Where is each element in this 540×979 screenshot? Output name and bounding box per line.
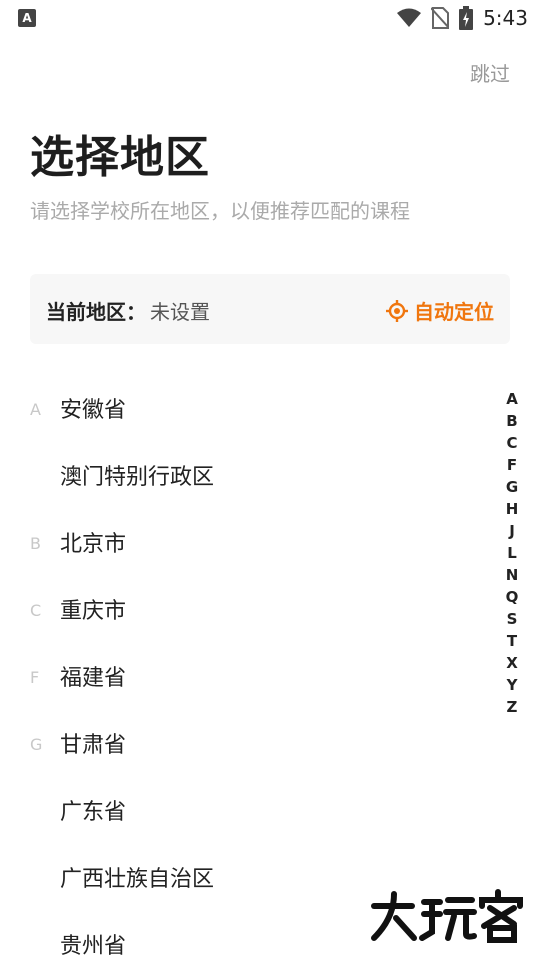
- watermark-logo: [368, 888, 528, 948]
- index-letter-y[interactable]: Y: [507, 674, 518, 696]
- list-item[interactable]: G 甘肃省: [0, 711, 500, 778]
- no-sim-icon: [431, 7, 450, 29]
- list-item[interactable]: C 重庆市: [0, 577, 500, 644]
- region-name: 甘肃省: [60, 733, 127, 758]
- region-name: 北京市: [60, 532, 127, 557]
- list-item[interactable]: B 北京市: [0, 510, 500, 577]
- current-region-label: 当前地区：: [46, 300, 146, 324]
- status-time: 5:43: [483, 6, 528, 30]
- index-letter-f[interactable]: F: [507, 454, 517, 476]
- status-bar: A 5:43: [0, 0, 540, 36]
- battery-charging-icon: [459, 6, 474, 30]
- index-letter-j[interactable]: J: [509, 520, 515, 542]
- wifi-icon: [397, 8, 422, 27]
- section-letter: B: [30, 534, 41, 553]
- locate-icon: [386, 299, 408, 322]
- region-name: 重庆市: [60, 599, 127, 624]
- section-letter: G: [30, 735, 43, 754]
- index-letter-n[interactable]: N: [506, 564, 519, 586]
- section-letter: C: [30, 601, 42, 620]
- alphabet-index-bar[interactable]: A B C F G H J L N Q S T X Y Z: [502, 388, 522, 718]
- list-item[interactable]: F 福建省: [0, 644, 500, 711]
- region-name: 澳门特别行政区: [60, 465, 215, 490]
- index-letter-q[interactable]: Q: [506, 586, 519, 608]
- index-letter-x[interactable]: X: [506, 652, 518, 674]
- section-letter: F: [30, 668, 40, 687]
- region-name: 安徽省: [60, 398, 127, 423]
- index-letter-t[interactable]: T: [507, 630, 517, 652]
- index-letter-c[interactable]: C: [506, 432, 517, 454]
- watermark-logo-graphic: [371, 889, 523, 943]
- region-name: 广西壮族自治区: [60, 867, 215, 892]
- page-subtitle: 请选择学校所在地区，以便推荐匹配的课程: [30, 199, 410, 223]
- skip-button[interactable]: 跳过: [470, 58, 510, 87]
- index-letter-a[interactable]: A: [506, 388, 518, 410]
- region-name: 广东省: [60, 800, 127, 825]
- list-item[interactable]: 广东省: [0, 778, 500, 845]
- index-letter-l[interactable]: L: [507, 542, 517, 564]
- app-notification-icon: A: [18, 9, 36, 27]
- index-letter-g[interactable]: G: [506, 476, 518, 498]
- current-region-value: 未设置: [150, 300, 210, 324]
- index-letter-h[interactable]: H: [506, 498, 519, 520]
- region-name: 福建省: [60, 666, 127, 691]
- list-item[interactable]: A 安徽省: [0, 376, 500, 443]
- index-letter-z[interactable]: Z: [507, 696, 518, 718]
- index-letter-s[interactable]: S: [507, 608, 518, 630]
- status-icons: 5:43: [397, 4, 528, 32]
- list-item[interactable]: 澳门特别行政区: [0, 443, 500, 510]
- auto-locate-button[interactable]: 自动定位: [386, 296, 494, 325]
- region-name: 贵州省: [60, 934, 127, 959]
- section-letter: A: [30, 400, 41, 419]
- index-letter-b[interactable]: B: [506, 410, 517, 432]
- auto-locate-label: 自动定位: [414, 300, 494, 324]
- page-title: 选择地区: [30, 132, 210, 183]
- current-region-panel: 当前地区： 未设置 自动定位: [30, 274, 510, 344]
